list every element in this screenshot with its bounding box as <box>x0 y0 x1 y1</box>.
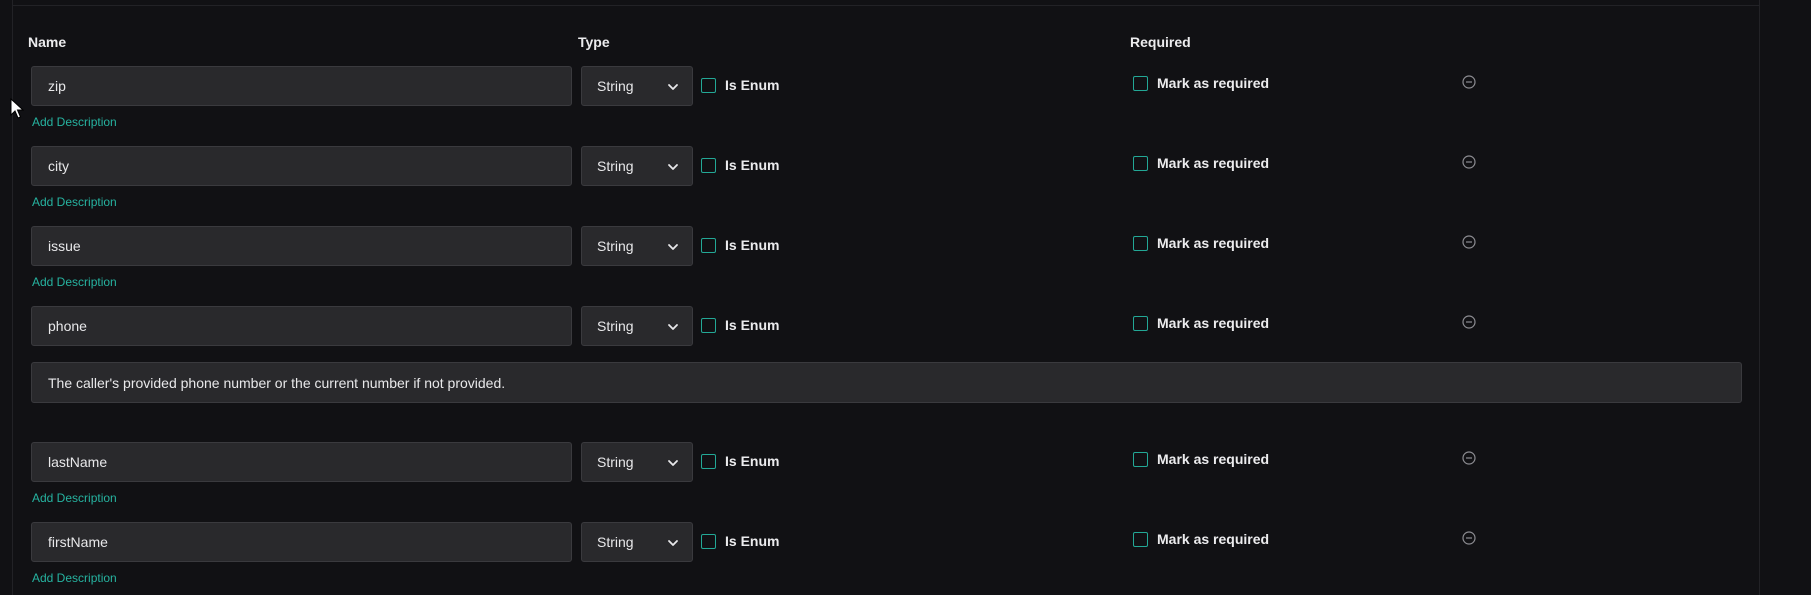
type-select[interactable]: String <box>581 306 693 346</box>
mark-required-label: Mark as required <box>1157 75 1270 91</box>
type-select-value: String <box>597 318 634 334</box>
mark-required-checkbox[interactable] <box>1133 316 1148 331</box>
add-description-link[interactable]: Add Description <box>32 115 117 129</box>
chevron-down-icon <box>668 460 678 466</box>
property-row: String Is Enum Mark as required <box>13 306 1761 346</box>
property-name-input[interactable] <box>31 146 572 186</box>
property-row: String Is Enum Mark as required <box>13 146 1761 186</box>
mark-required-label: Mark as required <box>1157 155 1270 171</box>
is-enum-label: Is Enum <box>725 237 780 253</box>
type-select-value: String <box>597 454 634 470</box>
type-select-value: String <box>597 158 634 174</box>
type-select[interactable]: String <box>581 66 693 106</box>
is-enum-label: Is Enum <box>725 533 780 549</box>
property-name-input[interactable] <box>31 66 572 106</box>
mouse-pointer-icon <box>10 98 24 119</box>
type-select[interactable]: String <box>581 226 693 266</box>
minus-circle-icon[interactable] <box>1461 314 1477 330</box>
minus-circle-icon[interactable] <box>1461 154 1477 170</box>
add-description-link[interactable]: Add Description <box>32 275 117 289</box>
properties-panel: Name Type Required String Is Enum Mark a… <box>12 0 1760 595</box>
is-enum-label: Is Enum <box>725 453 780 469</box>
divider <box>13 5 1759 6</box>
type-select-value: String <box>597 78 634 94</box>
minus-circle-icon[interactable] <box>1461 74 1477 90</box>
add-description-link[interactable]: Add Description <box>32 491 117 505</box>
is-enum-checkbox[interactable] <box>701 78 716 93</box>
minus-circle-icon[interactable] <box>1461 234 1477 250</box>
mark-required-label: Mark as required <box>1157 531 1270 547</box>
type-select[interactable]: String <box>581 522 693 562</box>
property-row: String Is Enum Mark as required <box>13 522 1761 562</box>
mark-required-checkbox[interactable] <box>1133 236 1148 251</box>
is-enum-checkbox[interactable] <box>701 318 716 333</box>
chevron-down-icon <box>668 540 678 546</box>
minus-circle-icon[interactable] <box>1461 450 1477 466</box>
is-enum-label: Is Enum <box>725 317 780 333</box>
chevron-down-icon <box>668 244 678 250</box>
mark-required-checkbox[interactable] <box>1133 532 1148 547</box>
chevron-down-icon <box>668 324 678 330</box>
property-row: String Is Enum Mark as required <box>13 442 1761 482</box>
property-row: String Is Enum Mark as required <box>13 226 1761 266</box>
property-name-input[interactable] <box>31 226 572 266</box>
type-select-value: String <box>597 238 634 254</box>
column-header-type: Type <box>578 34 610 50</box>
is-enum-label: Is Enum <box>725 157 780 173</box>
mark-required-checkbox[interactable] <box>1133 76 1148 91</box>
mark-required-label: Mark as required <box>1157 451 1270 467</box>
chevron-down-icon <box>668 164 678 170</box>
property-name-input[interactable] <box>31 522 572 562</box>
chevron-down-icon <box>668 84 678 90</box>
property-row: String Is Enum Mark as required <box>13 66 1761 106</box>
is-enum-label: Is Enum <box>725 77 780 93</box>
column-header-required: Required <box>1130 34 1191 50</box>
is-enum-checkbox[interactable] <box>701 454 716 469</box>
type-select[interactable]: String <box>581 146 693 186</box>
mark-required-label: Mark as required <box>1157 315 1270 331</box>
mark-required-checkbox[interactable] <box>1133 156 1148 171</box>
column-header-name: Name <box>28 34 67 50</box>
mark-required-label: Mark as required <box>1157 235 1270 251</box>
is-enum-checkbox[interactable] <box>701 238 716 253</box>
add-description-link[interactable]: Add Description <box>32 571 117 585</box>
description-input[interactable] <box>31 362 1742 403</box>
type-select-value: String <box>597 534 634 550</box>
is-enum-checkbox[interactable] <box>701 158 716 173</box>
type-select[interactable]: String <box>581 442 693 482</box>
minus-circle-icon[interactable] <box>1461 530 1477 546</box>
property-name-input[interactable] <box>31 306 572 346</box>
is-enum-checkbox[interactable] <box>701 534 716 549</box>
property-name-input[interactable] <box>31 442 572 482</box>
add-description-link[interactable]: Add Description <box>32 195 117 209</box>
mark-required-checkbox[interactable] <box>1133 452 1148 467</box>
